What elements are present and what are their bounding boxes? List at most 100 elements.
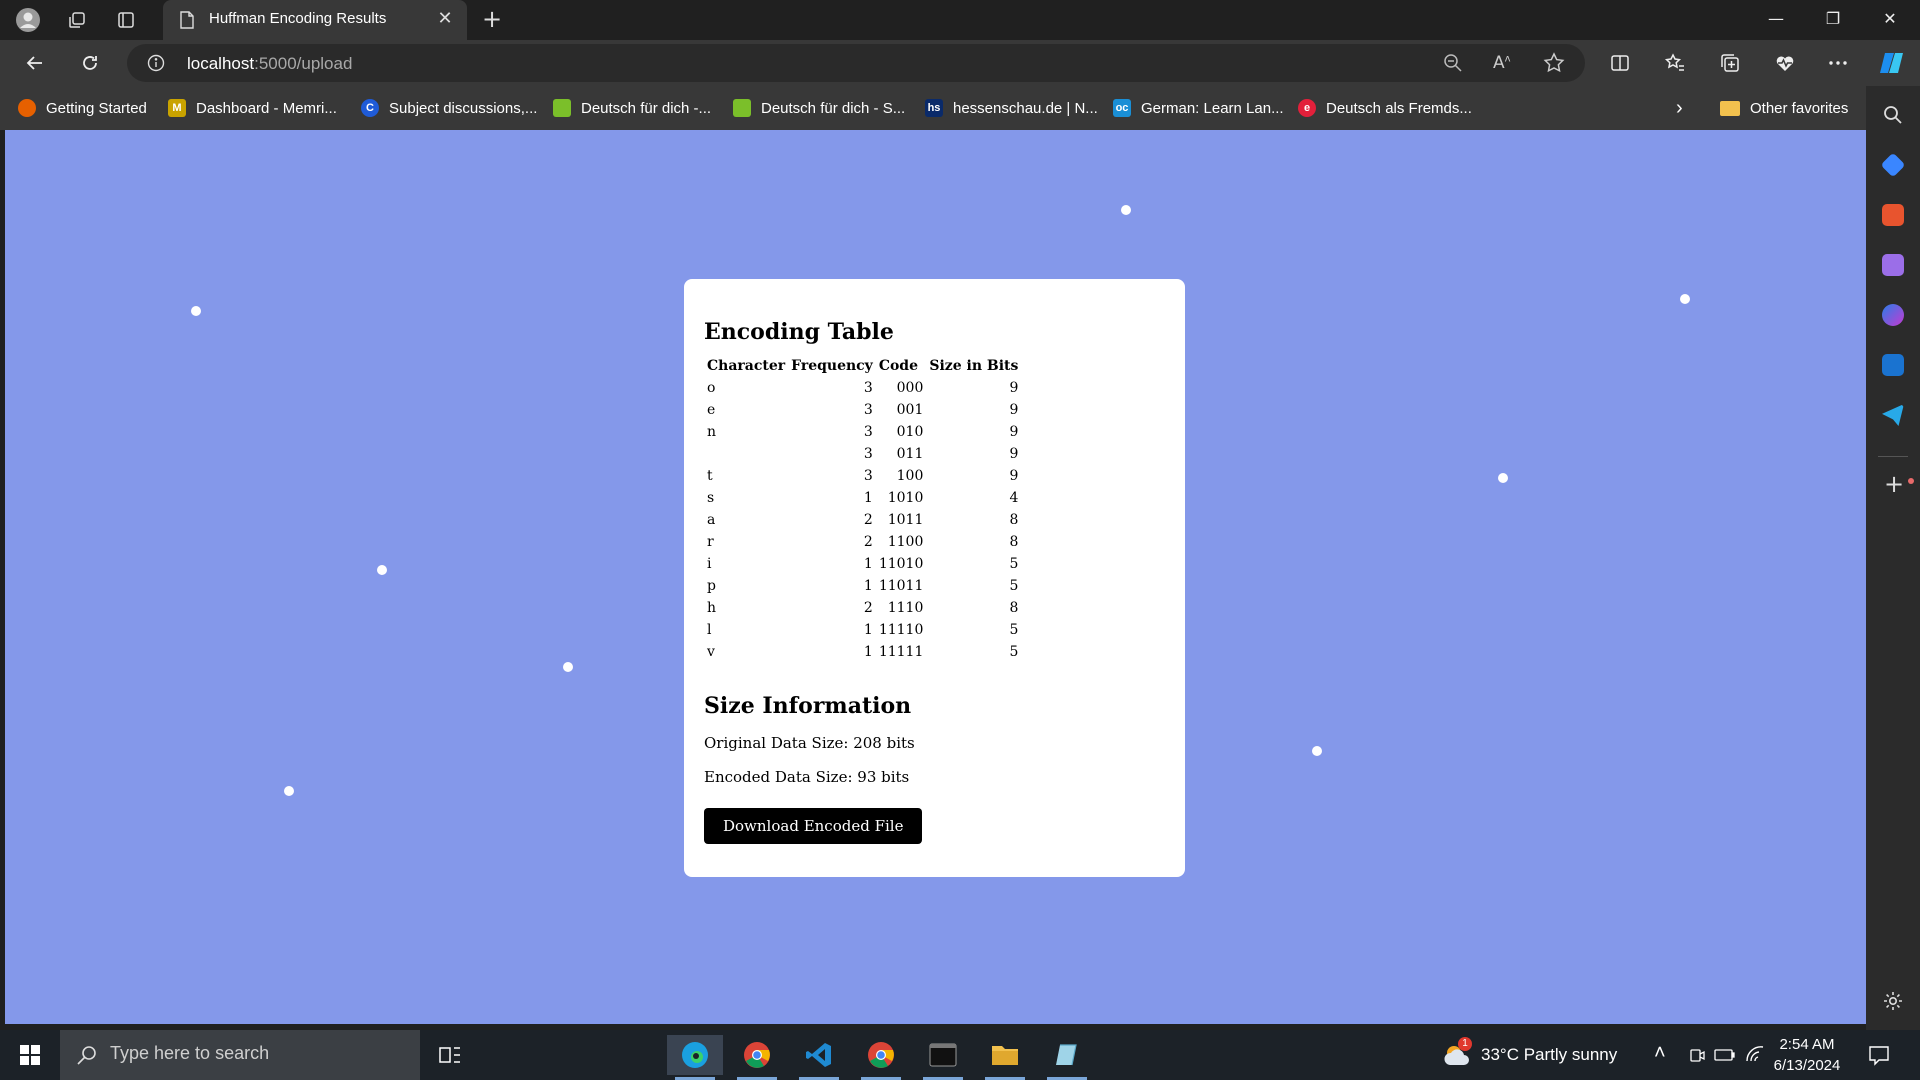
favorite-item[interactable]: Deutsch für dich -... bbox=[553, 96, 711, 120]
frequency-cell: 2 bbox=[863, 512, 873, 528]
file-explorer-icon[interactable] bbox=[977, 1035, 1033, 1080]
table-row: a 2 1011 8 bbox=[704, 509, 1021, 531]
favorite-star-icon[interactable] bbox=[1543, 52, 1565, 78]
other-favorites-label: Other favorites bbox=[1750, 99, 1849, 117]
telegram-icon[interactable] bbox=[1882, 404, 1904, 426]
shopping-tag-icon[interactable] bbox=[1880, 152, 1906, 178]
frequency-cell: 3 bbox=[863, 402, 873, 418]
split-screen-icon[interactable] bbox=[1605, 48, 1635, 78]
favorite-label: Deutsch für dich -... bbox=[581, 99, 712, 117]
size-cell: 5 bbox=[1009, 644, 1019, 660]
favorite-label: Getting Started bbox=[46, 99, 147, 117]
favorite-item[interactable]: M Dashboard - Memri... bbox=[168, 96, 337, 120]
character-cell: h bbox=[707, 600, 717, 616]
weather-text[interactable]: 33°C Partly sunny bbox=[1481, 1045, 1617, 1065]
code-cell: 1010 bbox=[887, 490, 924, 506]
frequency-cell: 3 bbox=[863, 380, 873, 396]
task-view-icon[interactable] bbox=[422, 1035, 478, 1075]
size-cell: 9 bbox=[1009, 468, 1019, 484]
meet-now-icon[interactable] bbox=[1688, 1046, 1706, 1068]
other-favorites[interactable]: Other favorites bbox=[1720, 96, 1848, 120]
clock-date: 6/13/2024 bbox=[1773, 1057, 1841, 1074]
column-header: Character bbox=[707, 358, 786, 374]
frequency-cell: 3 bbox=[863, 424, 873, 440]
games-icon[interactable] bbox=[1882, 254, 1904, 276]
table-row: n 3 010 9 bbox=[704, 421, 1021, 443]
table-row: s 1 1010 4 bbox=[704, 487, 1021, 509]
firefox-icon bbox=[18, 99, 36, 117]
character-cell: e bbox=[707, 402, 716, 418]
column-header: Size in Bits bbox=[929, 358, 1019, 374]
frequency-cell: 1 bbox=[863, 622, 873, 638]
outlook-icon[interactable] bbox=[1882, 354, 1904, 376]
favorite-label: German: Learn Lan... bbox=[1141, 99, 1284, 117]
profile-avatar-icon[interactable] bbox=[14, 6, 42, 34]
frequency-cell: 1 bbox=[863, 578, 873, 594]
browser-essentials-icon[interactable] bbox=[1770, 48, 1800, 78]
table-row: t 3 100 9 bbox=[704, 465, 1021, 487]
tools-icon[interactable] bbox=[1882, 204, 1904, 226]
battery-icon[interactable] bbox=[1714, 1047, 1736, 1067]
table-row: v 1 11111 5 bbox=[704, 641, 1021, 663]
oc-icon: oc bbox=[1113, 99, 1131, 117]
address-bar[interactable]: localhost:5000/upload Aʌ bbox=[127, 44, 1585, 82]
favorite-item[interactable]: C Subject discussions,... bbox=[361, 96, 537, 120]
favorites-bar: Getting Started M Dashboard - Memri... C… bbox=[0, 86, 1880, 130]
edge-app-icon[interactable] bbox=[667, 1035, 723, 1080]
clock-time: 2:54 AM bbox=[1779, 1036, 1835, 1053]
back-icon[interactable] bbox=[20, 48, 50, 78]
windows-start-icon[interactable] bbox=[0, 1030, 60, 1080]
notifications-icon[interactable] bbox=[1868, 1044, 1890, 1070]
favorite-item[interactable]: oc German: Learn Lan... bbox=[1113, 96, 1284, 120]
microsoft-365-icon[interactable] bbox=[1882, 304, 1904, 326]
taskbar-search[interactable]: Type here to search bbox=[60, 1030, 420, 1080]
site-info-icon[interactable] bbox=[147, 54, 165, 76]
chevron-right-icon[interactable]: › bbox=[1676, 96, 1683, 120]
refresh-icon[interactable] bbox=[75, 48, 105, 78]
zoom-icon[interactable] bbox=[1443, 53, 1463, 77]
read-aloud-icon[interactable]: Aʌ bbox=[1493, 53, 1511, 73]
frequency-cell: 3 bbox=[863, 468, 873, 484]
minimize-button[interactable]: — bbox=[1748, 0, 1804, 40]
download-encoded-file-button[interactable]: Download Encoded File bbox=[704, 808, 923, 844]
search-icon[interactable] bbox=[1882, 104, 1904, 130]
table-row: p 1 11011 5 bbox=[704, 575, 1021, 597]
favorite-item[interactable]: Getting Started bbox=[18, 96, 147, 120]
close-window-button[interactable]: ✕ bbox=[1862, 0, 1918, 40]
character-cell: o bbox=[707, 380, 716, 396]
favorite-item[interactable]: e Deutsch als Fremds... bbox=[1298, 96, 1472, 120]
page-icon bbox=[179, 11, 195, 33]
tab-active[interactable]: Huffman Encoding Results ✕ bbox=[163, 0, 467, 40]
character-cell: v bbox=[707, 644, 715, 660]
search-placeholder: Type here to search bbox=[110, 1043, 270, 1063]
chrome-app-icon[interactable] bbox=[853, 1035, 909, 1080]
particle-dot bbox=[1680, 294, 1690, 304]
more-options-icon[interactable] bbox=[1823, 48, 1853, 78]
copilot-icon[interactable] bbox=[1876, 48, 1906, 78]
notes-app-icon[interactable] bbox=[1039, 1035, 1095, 1080]
chevron-up-icon[interactable]: ˄ bbox=[1654, 1042, 1666, 1065]
close-tab-icon[interactable]: ✕ bbox=[435, 9, 455, 29]
add-icon[interactable]: + bbox=[1884, 472, 1904, 496]
favorite-item[interactable]: Deutsch für dich - S... bbox=[733, 96, 905, 120]
url-text[interactable]: localhost:5000/upload bbox=[187, 54, 352, 74]
collections-icon[interactable] bbox=[1715, 48, 1745, 78]
vscode-app-icon[interactable] bbox=[791, 1035, 847, 1080]
chrome-app-icon[interactable] bbox=[729, 1035, 785, 1080]
particle-dot bbox=[1121, 205, 1131, 215]
windows-taskbar: Type here to search 1 33°C Partly sunny … bbox=[0, 1030, 1920, 1080]
favorites-icon[interactable] bbox=[1660, 48, 1690, 78]
terminal-app-icon[interactable] bbox=[915, 1035, 971, 1080]
new-tab-button[interactable]: + bbox=[478, 6, 506, 34]
tab-actions-icon[interactable] bbox=[112, 6, 140, 34]
navigation-bar: localhost:5000/upload Aʌ bbox=[0, 40, 1920, 86]
settings-gear-icon[interactable] bbox=[1882, 990, 1904, 1016]
workspaces-icon[interactable] bbox=[63, 6, 91, 34]
size-cell: 5 bbox=[1009, 622, 1019, 638]
restore-button[interactable]: ❐ bbox=[1805, 0, 1861, 40]
favorite-label: Deutsch für dich - S... bbox=[761, 99, 906, 117]
favorite-item[interactable]: hs hessenschau.de | N... bbox=[925, 96, 1098, 120]
code-cell: 1100 bbox=[887, 534, 924, 550]
size-cell: 4 bbox=[1009, 490, 1019, 506]
system-clock[interactable]: 2:54 AM 6/13/2024 bbox=[1762, 1034, 1852, 1076]
